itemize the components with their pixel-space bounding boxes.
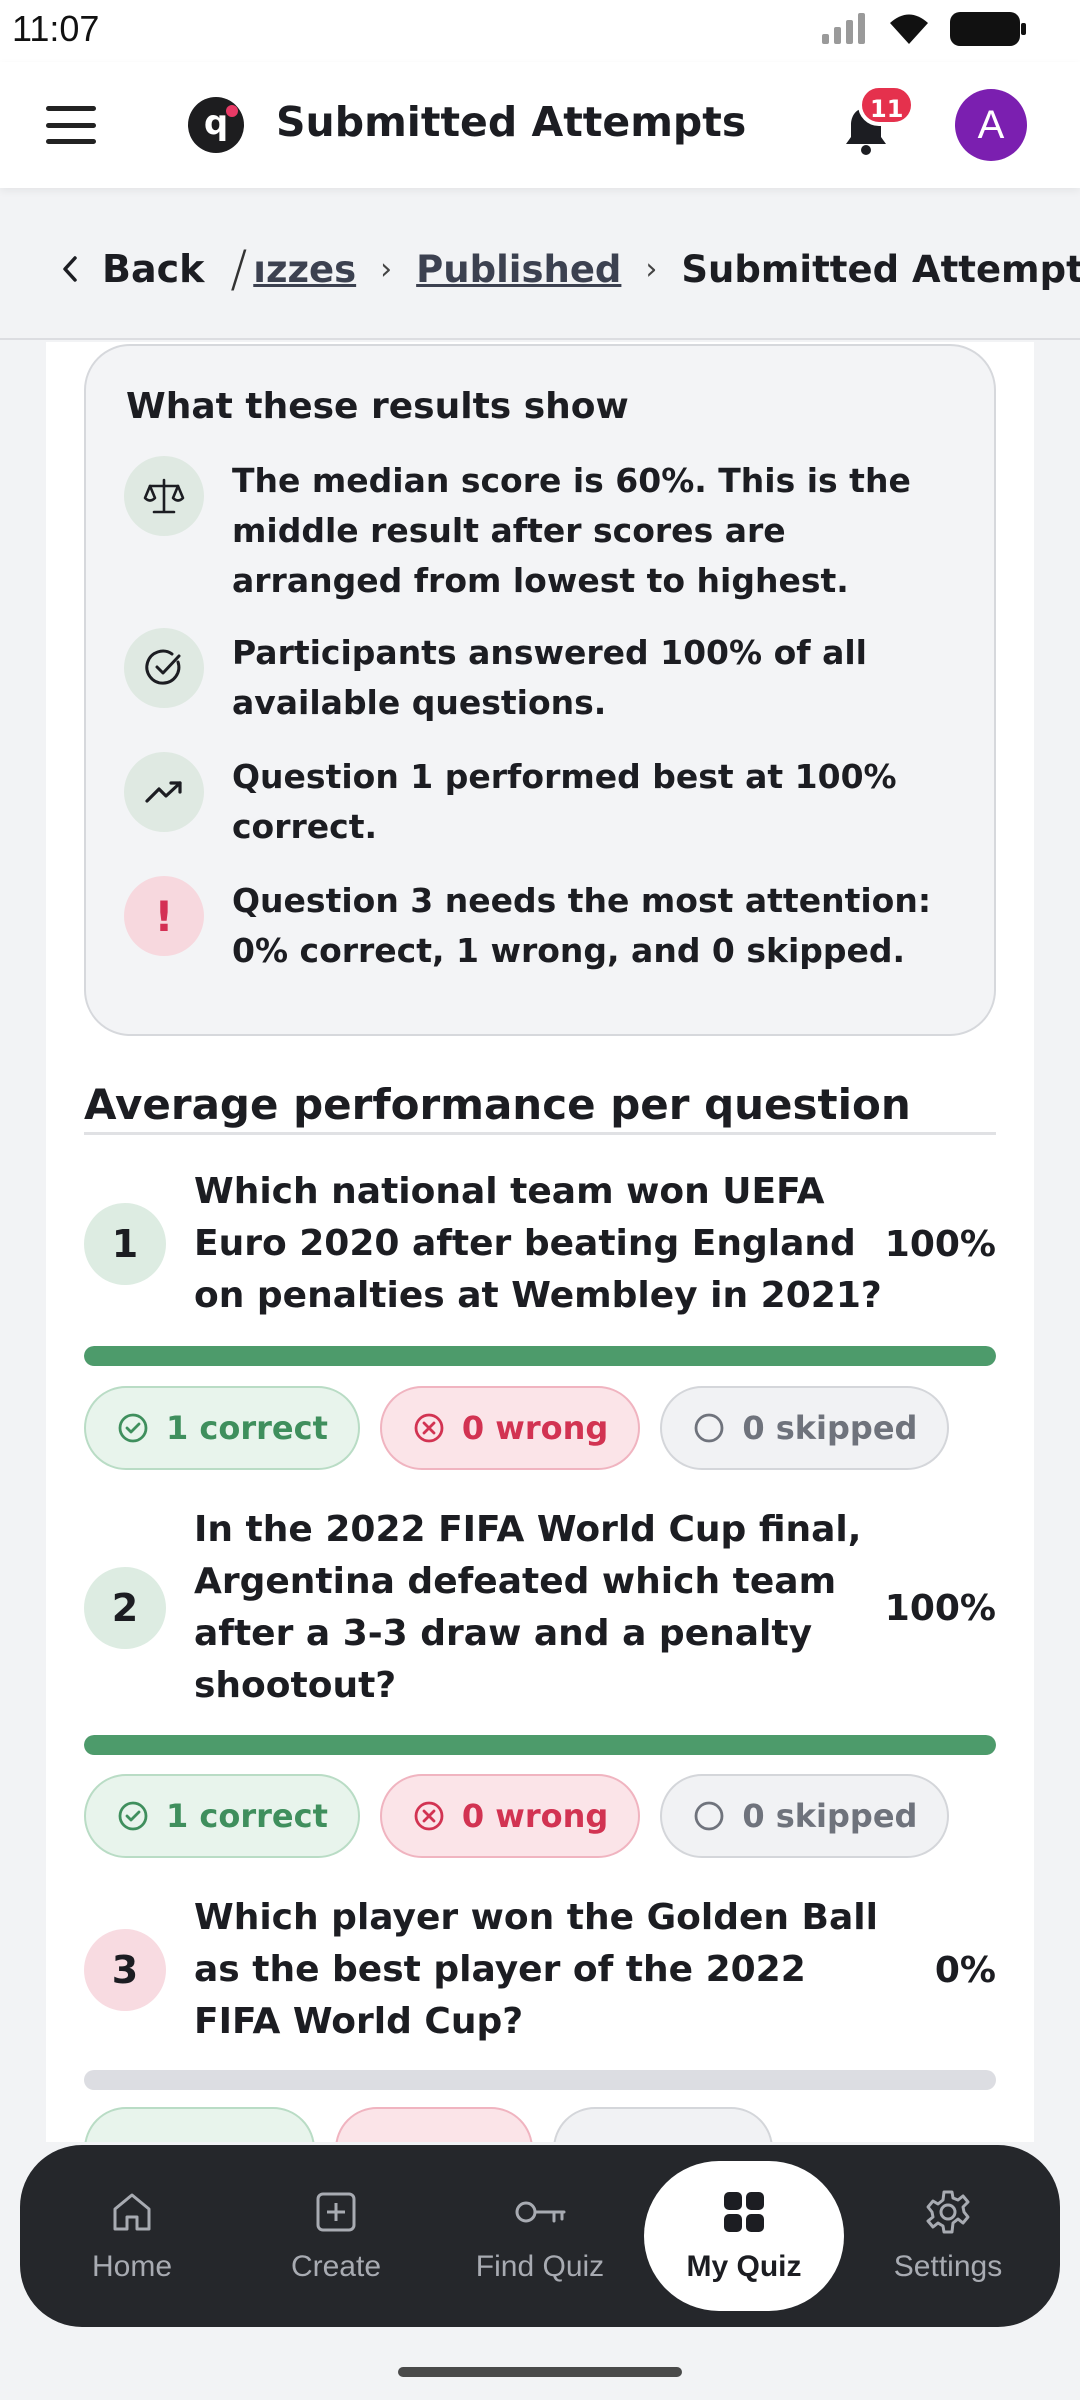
notification-badge: 11 xyxy=(858,84,916,126)
check-circle-icon xyxy=(124,628,204,708)
avatar[interactable]: A xyxy=(955,89,1027,161)
chevron-right-icon: › xyxy=(380,251,393,287)
trending-up-icon xyxy=(124,752,204,832)
section-divider xyxy=(84,1132,996,1135)
breadcrumb-current: Submitted Attempts xyxy=(681,247,1080,291)
correct-chip: 1 correct xyxy=(84,1386,360,1470)
chevron-left-icon xyxy=(63,256,77,282)
breadcrumb-divider: / xyxy=(230,240,248,298)
chevron-right-icon: › xyxy=(645,251,658,287)
question-row[interactable]: 1 Which national team won UEFA Euro 2020… xyxy=(84,1166,996,1322)
question-stats: 1 correct 0 wrong 0 skipped xyxy=(84,1774,950,1858)
x-circle-icon xyxy=(414,1801,444,1831)
question-progress-fill xyxy=(84,1735,996,1755)
breadcrumb-published[interactable]: Published xyxy=(416,248,621,291)
correct-chip: 1 correct xyxy=(84,1774,360,1858)
check-circle-icon xyxy=(118,1801,148,1831)
back-button[interactable]: Back xyxy=(60,247,204,291)
question-number: 2 xyxy=(84,1567,166,1649)
home-icon xyxy=(113,2193,151,2231)
wrong-chip xyxy=(335,2107,533,2142)
summary-item: Participants answered 100% of all availa… xyxy=(124,628,964,728)
nav-create[interactable]: Create xyxy=(236,2161,436,2311)
back-label: Back xyxy=(102,247,205,291)
gear-icon xyxy=(926,2190,970,2234)
x-circle-icon xyxy=(414,1413,444,1443)
summary-item: ! Question 3 needs the most attention: 0… xyxy=(124,876,964,976)
correct-chip xyxy=(84,2107,316,2142)
breadcrumb-quizzes[interactable]: ızzes xyxy=(253,248,356,291)
wrong-chip: 0 wrong xyxy=(379,1386,641,1470)
page-title: Submitted Attempts xyxy=(276,98,747,146)
circle-icon xyxy=(694,1801,724,1831)
nav-home[interactable]: Home xyxy=(32,2161,232,2311)
wifi-icon xyxy=(890,14,928,44)
question-progress-bar xyxy=(84,2070,996,2090)
section-title: Average performance per question xyxy=(84,1080,911,1129)
battery-icon xyxy=(950,12,1026,46)
results-summary-card: What these results show The median score… xyxy=(84,344,996,1036)
question-number: 3 xyxy=(84,1929,166,2011)
question-progress-bar xyxy=(84,1735,996,1755)
question-text: In the 2022 FIFA World Cup final, Argent… xyxy=(194,1509,862,1706)
summary-item: The median score is 60%. This is the mid… xyxy=(124,456,964,606)
summary-text: Question 1 performed best at 100% correc… xyxy=(232,757,897,846)
nav-settings[interactable]: Settings xyxy=(848,2161,1048,2311)
summary-text: Participants answered 100% of all availa… xyxy=(232,633,867,722)
summary-text: The median score is 60%. This is the mid… xyxy=(232,461,911,600)
status-time: 11:07 xyxy=(12,8,100,49)
question-stats: 1 correct 0 wrong 0 skipped xyxy=(84,1386,950,1470)
question-progress-fill xyxy=(84,1346,996,1366)
breadcrumb: Back / ızzes › Published › Submitted Att… xyxy=(0,200,1080,340)
question-row[interactable]: 3 Which player won the Golden Ball as th… xyxy=(84,1892,996,2048)
plus-square-icon xyxy=(316,2192,356,2232)
question-percent: 100% xyxy=(884,1223,996,1265)
signal-icon xyxy=(822,13,865,44)
circle-icon xyxy=(694,1413,724,1443)
skipped-chip: 0 skipped xyxy=(660,1774,950,1858)
wrong-chip: 0 wrong xyxy=(379,1774,641,1858)
summary-text: Question 3 needs the most attention: 0% … xyxy=(232,881,932,970)
question-percent: 100% xyxy=(884,1587,996,1629)
grid-icon xyxy=(724,2192,764,2232)
status-bar: 11:07 xyxy=(0,0,1080,62)
summary-heading: What these results show xyxy=(126,386,629,427)
nav-my-quiz[interactable]: My Quiz xyxy=(644,2161,844,2311)
question-row[interactable]: 2 In the 2022 FIFA World Cup final, Arge… xyxy=(84,1504,996,1712)
question-progress-bar xyxy=(84,1346,996,1366)
key-icon xyxy=(515,2201,566,2223)
question-stats xyxy=(84,2107,773,2142)
check-circle-icon xyxy=(118,1413,148,1443)
scale-icon xyxy=(124,456,204,536)
home-indicator[interactable] xyxy=(398,2367,682,2377)
app-logo: q xyxy=(188,97,244,153)
question-number: 1 xyxy=(84,1203,166,1285)
nav-find-quiz[interactable]: Find Quiz xyxy=(440,2161,640,2311)
exclamation-icon: ! xyxy=(124,876,204,956)
question-percent: 0% xyxy=(934,1949,996,1991)
question-text: Which national team won UEFA Euro 2020 a… xyxy=(194,1171,882,1316)
skipped-chip: 0 skipped xyxy=(660,1386,950,1470)
app-header: q Submitted Attempts 11 A xyxy=(0,62,1080,188)
status-icons xyxy=(820,12,1026,46)
menu-button[interactable] xyxy=(46,106,96,144)
skipped-chip xyxy=(552,2107,773,2142)
summary-item: Question 1 performed best at 100% correc… xyxy=(124,752,964,852)
bottom-navigation: Home Create Find Quiz My Quiz Settings xyxy=(20,2145,1060,2327)
question-text: Which player won the Golden Ball as the … xyxy=(194,1897,878,2042)
results-content[interactable]: What these results show The median score… xyxy=(46,342,1034,2142)
